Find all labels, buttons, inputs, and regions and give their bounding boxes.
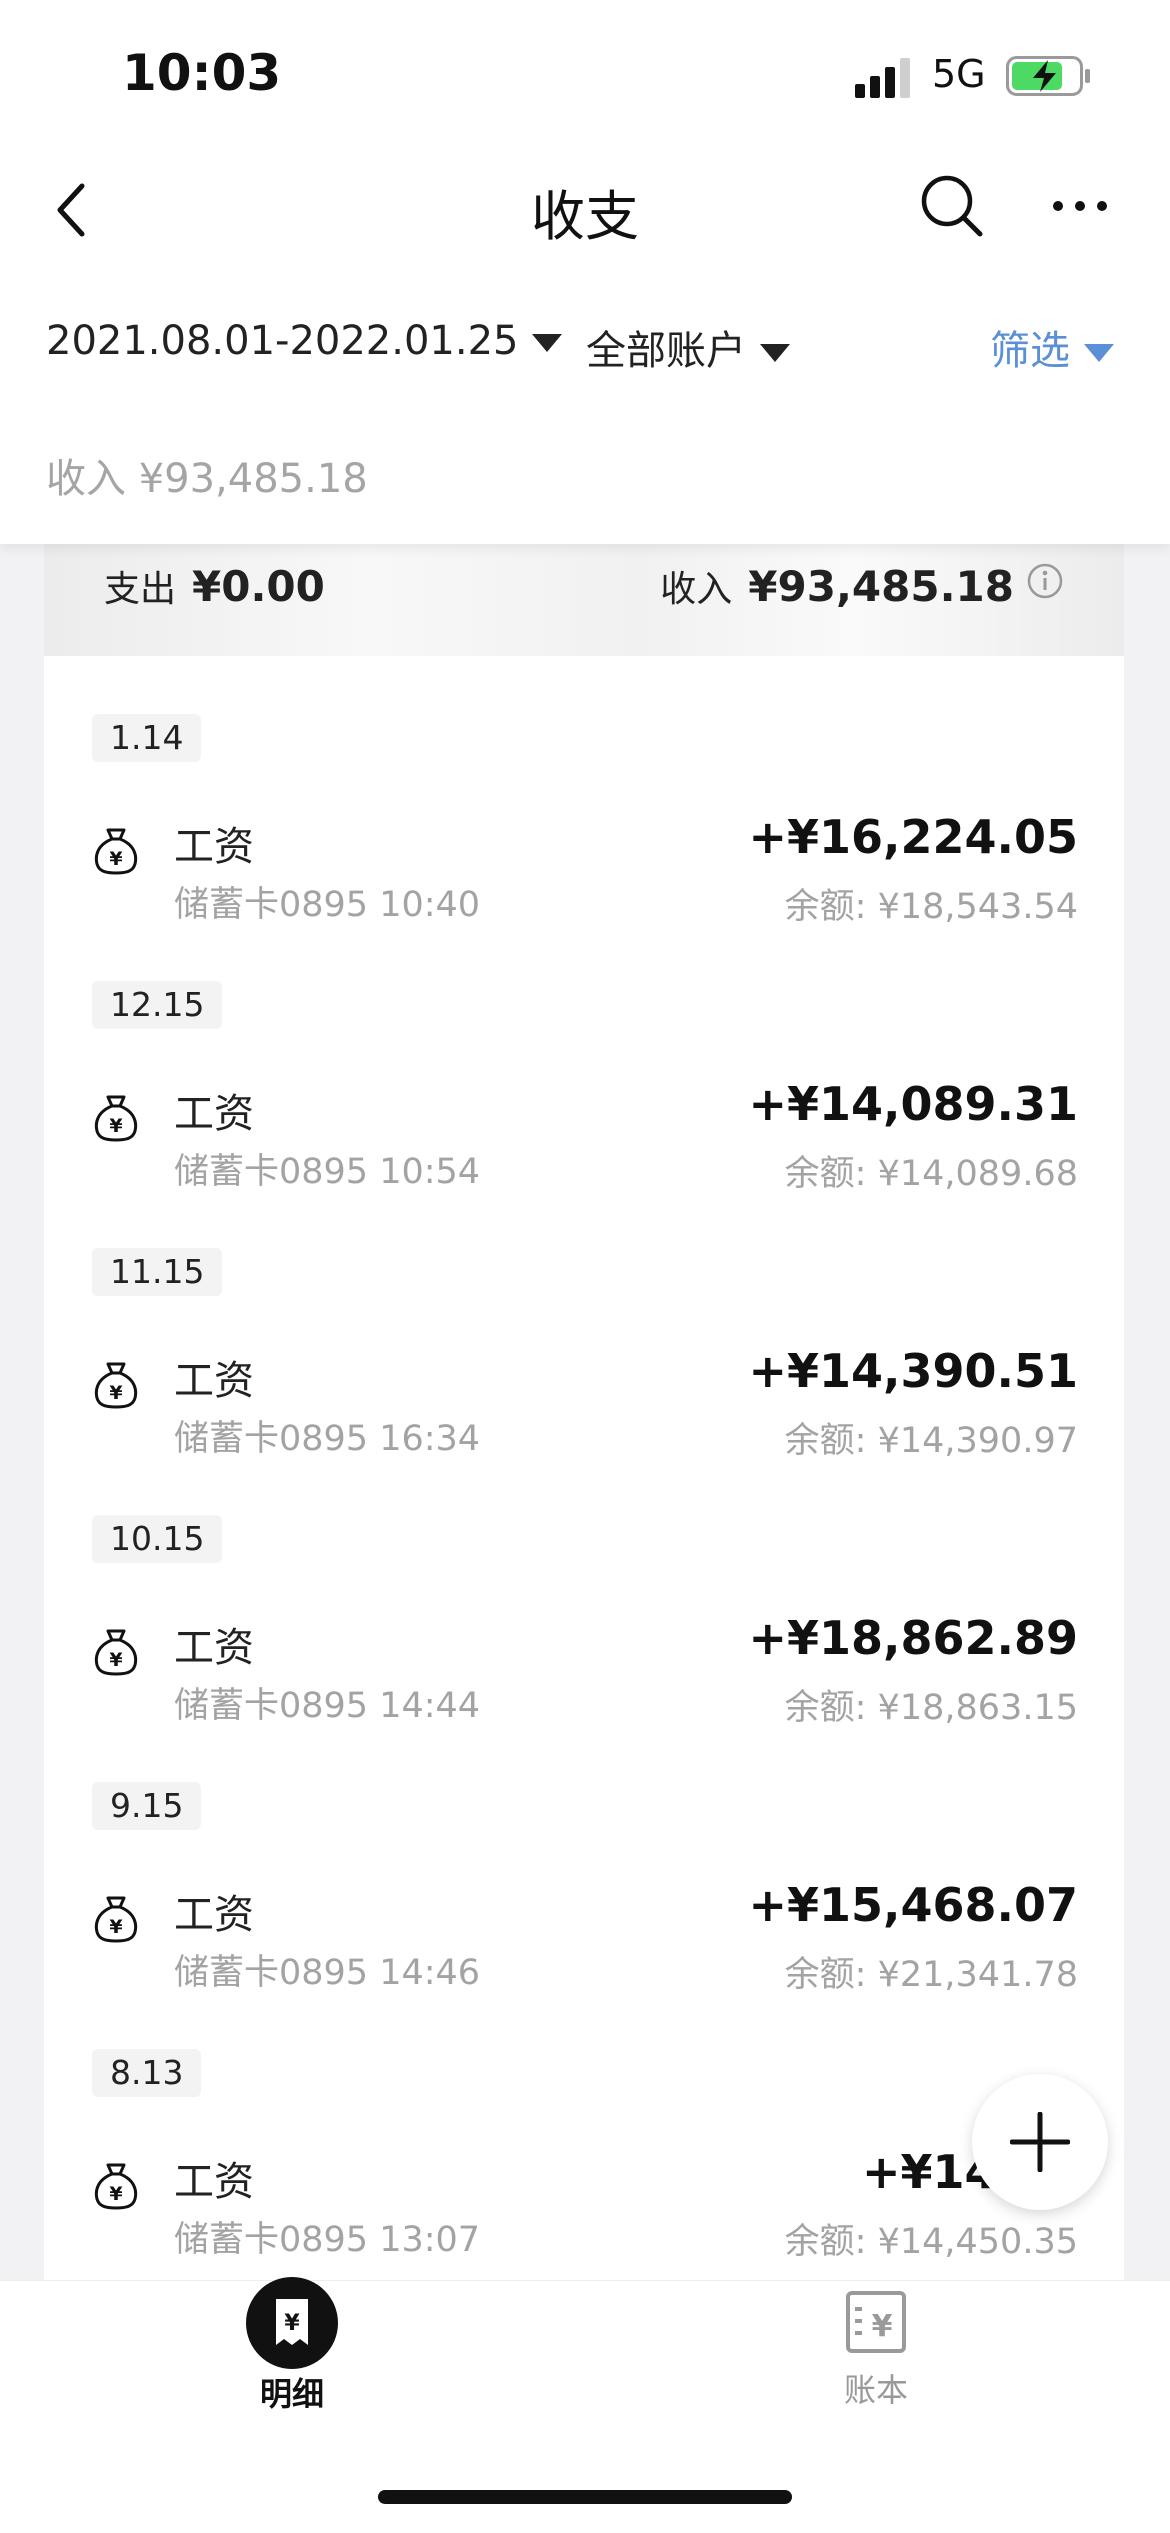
transaction-amount: +¥16,224.05 [748, 810, 1078, 864]
filter-label: 筛选 [990, 328, 1070, 374]
svg-text:¥: ¥ [109, 1916, 122, 1938]
filter-bar: 2021.08.01-2022.01.25 全部账户 筛选 [0, 270, 1170, 420]
transaction-title: 工资 [174, 1091, 254, 1137]
income-summary-bar: 收入 ¥93,485.18 [0, 420, 1170, 544]
transaction-row[interactable]: ¥ 工资 储蓄卡0895 16:34 +¥14,390.51 余额: ¥14,3… [44, 1338, 1124, 1498]
expense-value: ¥0.00 [192, 562, 325, 611]
battery-icon [1006, 56, 1090, 96]
totals-banner: 支出 ¥0.00 收入 ¥93,485.18 [44, 544, 1124, 656]
svg-text:¥: ¥ [872, 2309, 893, 2344]
date-chip: 1.14 [92, 714, 202, 762]
network-type: 5G [932, 52, 986, 96]
money-bag-icon: ¥ [94, 828, 138, 875]
add-button[interactable] [972, 2074, 1108, 2210]
tab-details[interactable]: ¥ 明细 [142, 2277, 442, 2451]
tab-ledger[interactable]: ¥ 账本 [726, 2281, 1026, 2451]
date-range-label: 2021.08.01-2022.01.25 [46, 318, 519, 364]
account-label: 全部账户 [586, 328, 746, 374]
account-dropdown[interactable]: 全部账户 [586, 318, 790, 376]
transaction-subtitle: 储蓄卡0895 14:46 [174, 1953, 481, 1993]
transaction-amount: +¥18,862.89 [748, 1611, 1078, 1665]
plus-icon [1010, 2112, 1070, 2172]
receipt-icon: ¥ [246, 2277, 338, 2369]
info-icon[interactable] [1026, 562, 1064, 600]
transaction-subtitle: 储蓄卡0895 13:07 [174, 2220, 481, 2260]
caret-down-icon [760, 344, 790, 362]
money-bag-icon: ¥ [94, 1095, 138, 1142]
page-title: 收支 [531, 185, 639, 248]
income-summary: 收入 ¥93,485.18 [46, 456, 368, 502]
date-range-dropdown[interactable]: 2021.08.01-2022.01.25 [46, 318, 563, 364]
money-bag-icon: ¥ [94, 1362, 138, 1409]
svg-text:¥: ¥ [109, 1649, 122, 1671]
ledger-icon: ¥ [846, 2291, 906, 2353]
transaction-title: 工资 [174, 824, 254, 870]
transaction-subtitle: 储蓄卡0895 10:54 [174, 1152, 481, 1192]
status-time: 10:03 [122, 44, 282, 102]
nav-bar: 收支 [0, 150, 1170, 270]
transaction-subtitle: 储蓄卡0895 16:34 [174, 1419, 481, 1459]
transaction-row[interactable]: ¥ 工资 储蓄卡0895 14:44 +¥18,862.89 余额: ¥18,8… [44, 1605, 1124, 1765]
date-chip: 12.15 [92, 981, 223, 1029]
svg-text:¥: ¥ [109, 1115, 122, 1137]
transaction-title: 工资 [174, 1625, 254, 1671]
transaction-balance: 余额: ¥14,390.97 [784, 1421, 1078, 1461]
status-bar: 10:03 5G [0, 0, 1170, 150]
transaction-row[interactable]: ¥ 工资 储蓄卡0895 14:46 +¥15,468.07 余额: ¥21,3… [44, 1872, 1124, 2032]
transaction-row[interactable]: ¥ 工资 储蓄卡0895 10:40 +¥16,224.05 余额: ¥18,5… [44, 804, 1124, 964]
transaction-subtitle: 储蓄卡0895 10:40 [174, 885, 481, 925]
home-indicator [378, 2490, 792, 2504]
transaction-title: 工资 [174, 2159, 254, 2205]
search-icon[interactable] [918, 172, 984, 238]
income-total: 收入 ¥93,485.18 [660, 560, 1014, 612]
transaction-title: 工资 [174, 1358, 254, 1404]
transaction-amount: +¥15,468.07 [748, 1878, 1078, 1932]
svg-text:¥: ¥ [109, 848, 122, 870]
money-bag-icon: ¥ [94, 1629, 138, 1676]
expense-total: 支出 ¥0.00 [104, 560, 325, 612]
transaction-subtitle: 储蓄卡0895 14:44 [174, 1686, 481, 1726]
more-icon[interactable] [1050, 186, 1110, 226]
date-chip: 9.15 [92, 1782, 202, 1830]
transaction-row[interactable]: ¥ 工资 储蓄卡0895 10:54 +¥14,089.31 余额: ¥14,0… [44, 1071, 1124, 1231]
transactions-card: 支出 ¥0.00 收入 ¥93,485.18 1.14 ¥ 工资 储蓄卡0895 1… [44, 544, 1124, 2284]
tab-ledger-label: 账本 [843, 2371, 908, 2409]
svg-text:¥: ¥ [109, 1382, 122, 1404]
money-bag-icon: ¥ [94, 2163, 138, 2210]
transaction-row[interactable]: ¥ 工资 储蓄卡0895 13:07 +¥14,45 余额: ¥14,450.3… [44, 2139, 1124, 2284]
date-chip: 10.15 [92, 1515, 223, 1563]
income-value: ¥93,485.18 [748, 562, 1014, 611]
expense-label: 支出 [104, 569, 177, 610]
date-chip: 8.13 [92, 2049, 202, 2097]
tab-details-label: 明细 [259, 2375, 324, 2413]
transaction-title: 工资 [174, 1892, 254, 1938]
income-label: 收入 [660, 569, 733, 610]
transaction-amount: +¥14,089.31 [748, 1077, 1078, 1131]
signal-icon [855, 58, 910, 98]
transaction-balance: 余额: ¥14,450.35 [784, 2222, 1078, 2262]
transaction-balance: 余额: ¥18,543.54 [784, 887, 1078, 927]
filter-button[interactable]: 筛选 [990, 318, 1114, 376]
money-bag-icon: ¥ [94, 1896, 138, 1943]
transaction-amount: +¥14,390.51 [748, 1344, 1078, 1398]
svg-text:¥: ¥ [284, 2311, 300, 2336]
transaction-balance: 余额: ¥21,341.78 [784, 1955, 1078, 1995]
svg-text:¥: ¥ [109, 2183, 122, 2205]
transaction-balance: 余额: ¥18,863.15 [784, 1688, 1078, 1728]
caret-down-icon [1084, 344, 1114, 362]
date-chip: 11.15 [92, 1248, 223, 1296]
caret-down-icon [532, 334, 563, 352]
transaction-balance: 余额: ¥14,089.68 [784, 1154, 1078, 1194]
